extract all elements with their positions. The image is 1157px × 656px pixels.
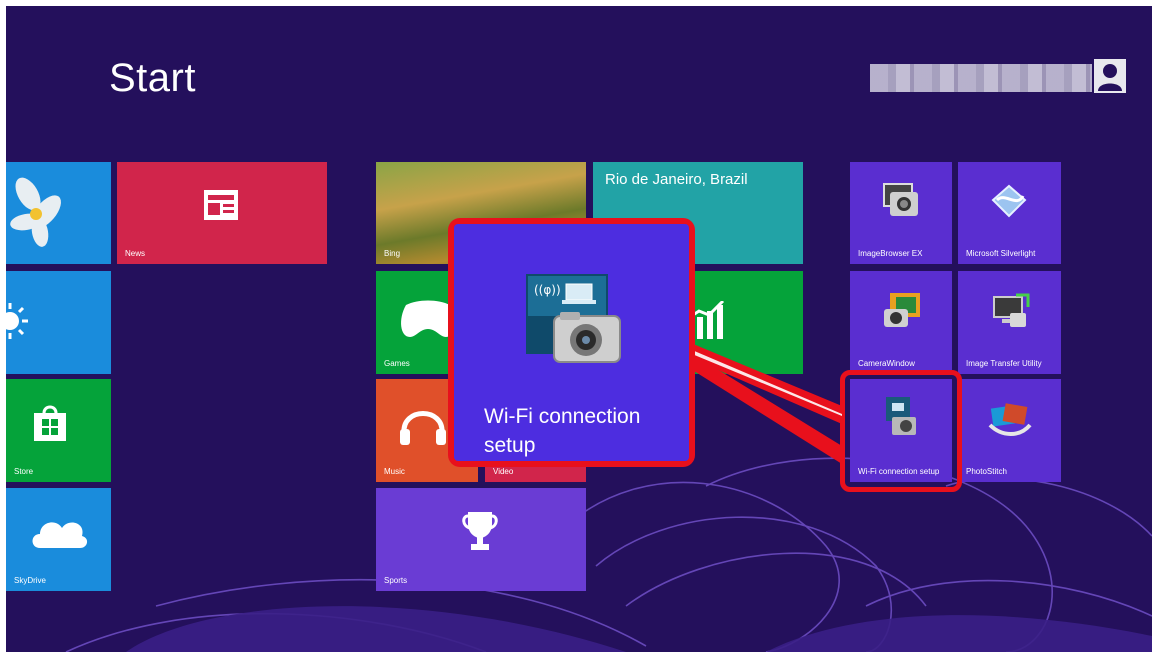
wifi-camera-icon: ((φ)) (526, 274, 621, 363)
callout-wifi-setup: ((φ)) Wi-Fi connection setup (448, 218, 695, 467)
callout-label: Wi-Fi connection setup (484, 405, 641, 457)
start-screen: Start Store SkyDrive News Bing Rio de Ja… (6, 6, 1152, 652)
svg-text:((φ)): ((φ)) (534, 283, 561, 297)
callout-tile[interactable]: ((φ)) Wi-Fi connection setup (454, 224, 689, 461)
